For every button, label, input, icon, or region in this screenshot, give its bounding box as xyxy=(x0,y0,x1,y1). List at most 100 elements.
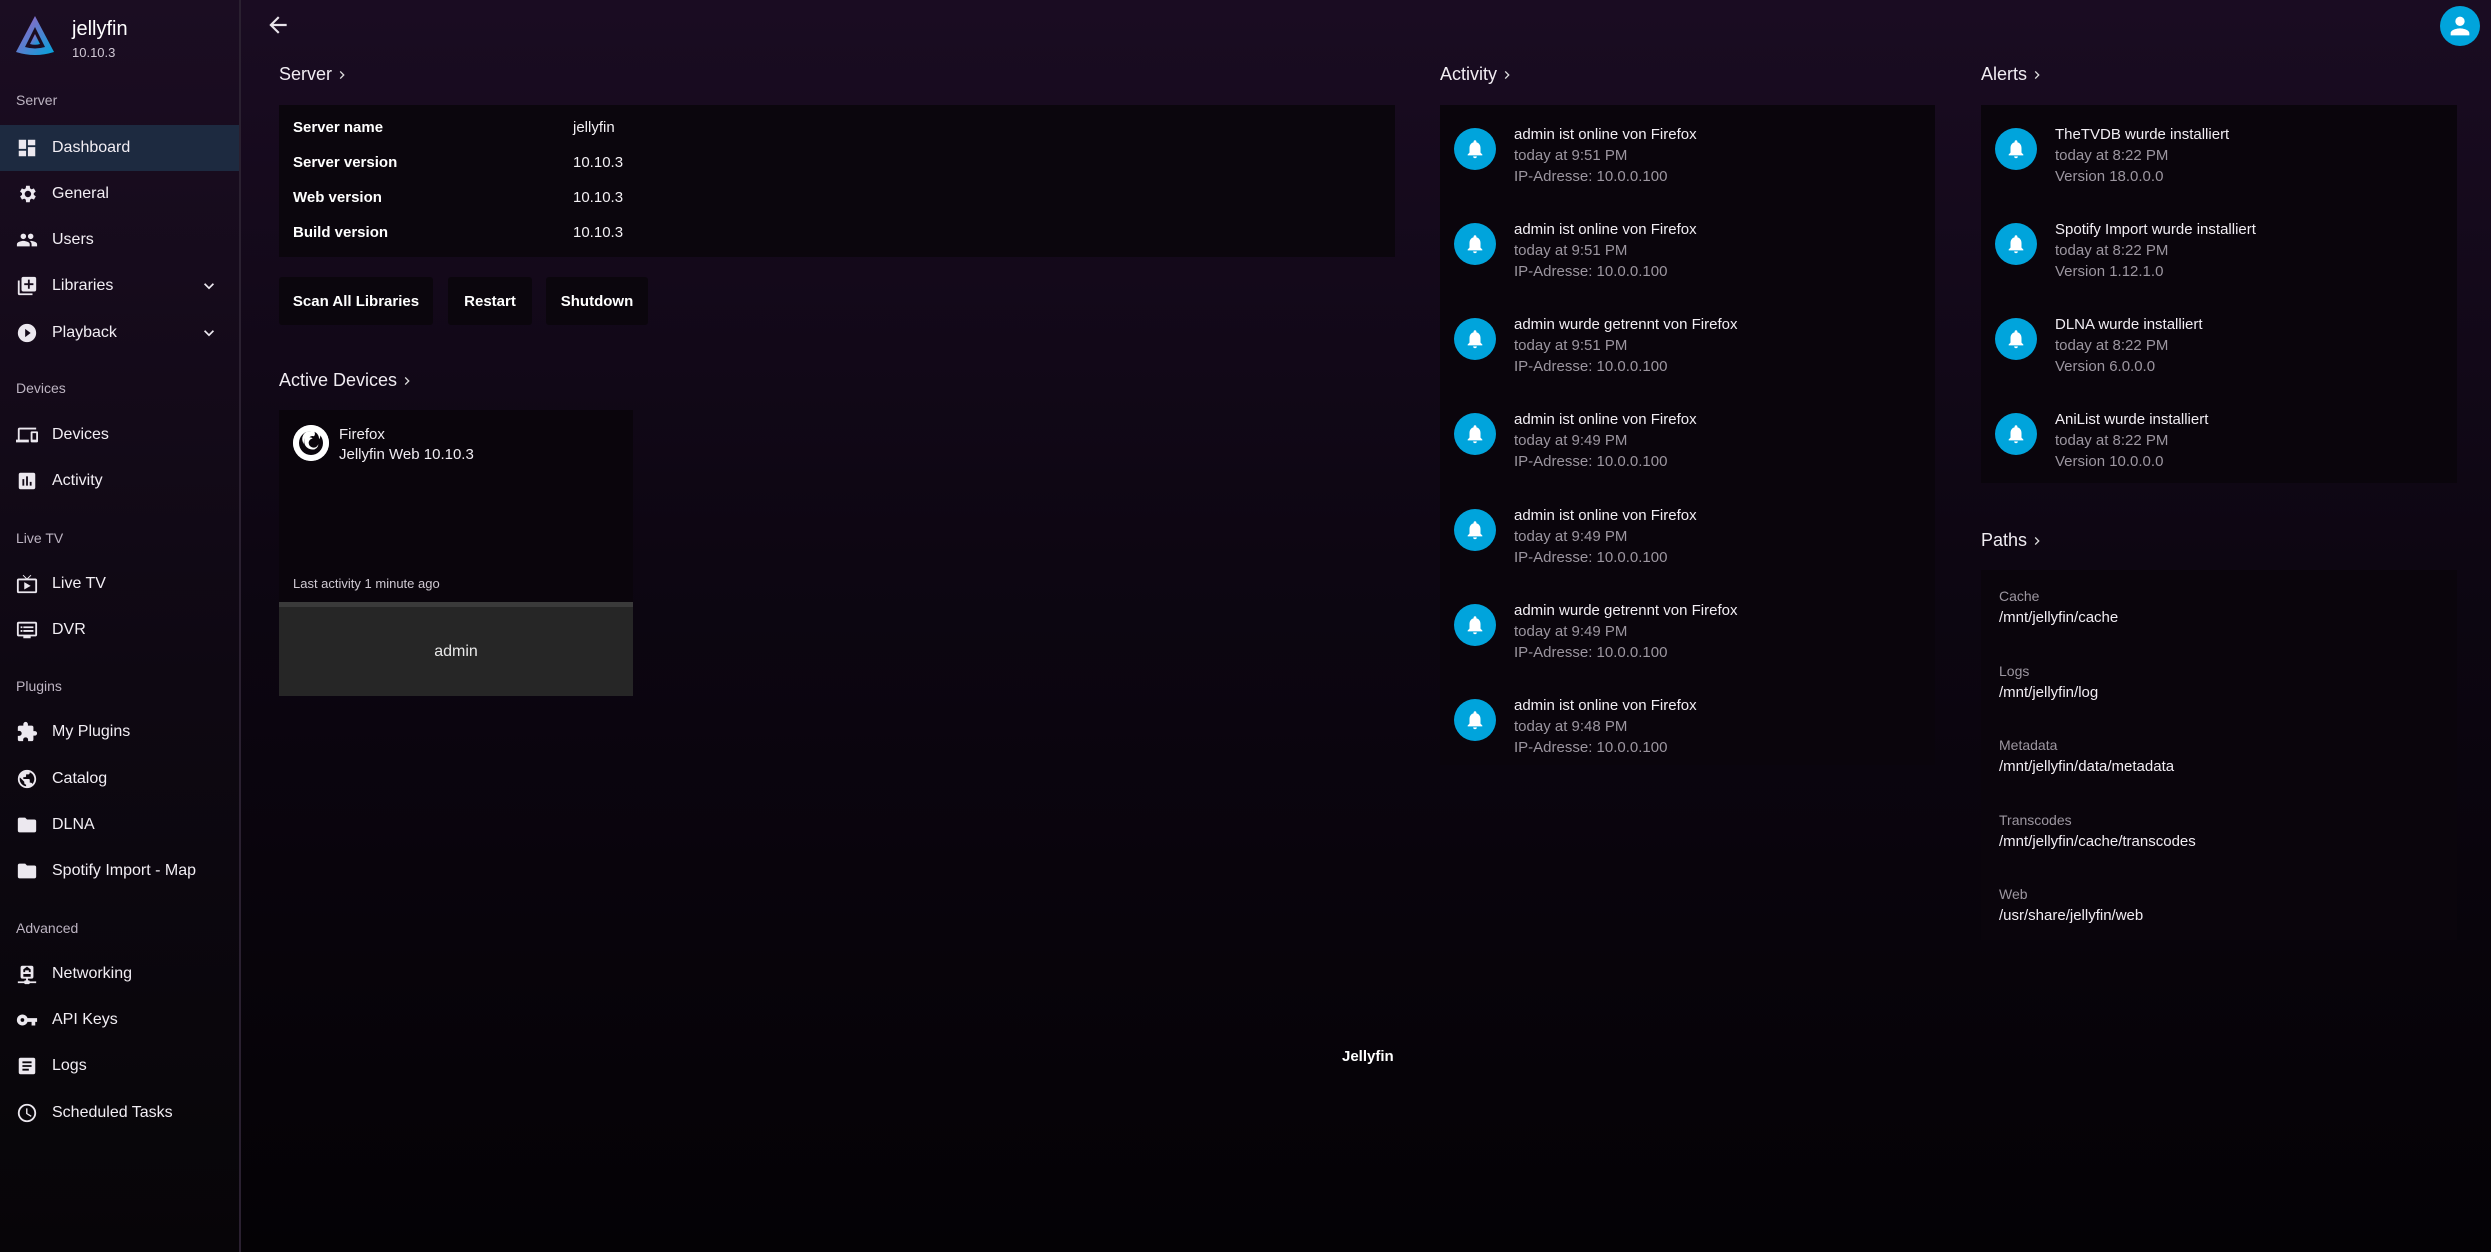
activity-title: Activity xyxy=(1440,64,1498,84)
sidebar-item-dlna[interactable]: DLNA xyxy=(0,802,239,848)
sidebar-item-networking[interactable]: Networking xyxy=(0,951,239,997)
sidebar-section-advanced: Advanced xyxy=(16,920,79,936)
path-value[interactable]: /usr/share/jellyfin/web xyxy=(1999,907,2143,924)
activity-item[interactable]: admin ist online von Firefox today at 9:… xyxy=(1454,114,1914,194)
sidebar-item-devices[interactable]: Devices xyxy=(0,412,239,458)
device-name: Firefox xyxy=(339,426,385,443)
sidebar-item-libraries[interactable]: Libraries xyxy=(0,263,239,309)
clock-icon xyxy=(16,1102,38,1124)
sidebar-item-activity[interactable]: Activity xyxy=(0,458,239,504)
alert-item[interactable]: Spotify Import wurde installiert today a… xyxy=(1995,209,2455,289)
chevron-right-icon xyxy=(399,373,415,389)
gear-icon xyxy=(16,183,38,205)
activity-section-link[interactable]: Activity xyxy=(1440,64,1515,85)
chevron-down-icon[interactable] xyxy=(199,276,219,296)
alert-item-time: today at 8:22 PM xyxy=(2055,242,2169,259)
path-item: Logs /mnt/jellyfin/log xyxy=(1999,663,2098,701)
sidebar-item-logs[interactable]: Logs xyxy=(0,1043,239,1089)
sidebar-item-dashboard[interactable]: Dashboard xyxy=(0,125,239,171)
device-app: Jellyfin Web 10.10.3 xyxy=(339,446,474,463)
active-devices-section-link[interactable]: Active Devices xyxy=(279,370,415,391)
scan-all-libraries-button[interactable]: Scan All Libraries xyxy=(279,277,433,325)
sidebar-item-label: Catalog xyxy=(52,770,108,787)
activity-item[interactable]: admin ist online von Firefox today at 9:… xyxy=(1454,209,1914,289)
sidebar-item-scheduled-tasks[interactable]: Scheduled Tasks xyxy=(0,1090,239,1136)
server-name-label: Server name xyxy=(293,119,384,136)
sidebar-item-label: Devices xyxy=(52,426,109,443)
path-label: Logs xyxy=(1999,663,2030,679)
activity-item-title: admin wurde getrennt von Firefox xyxy=(1514,316,1738,333)
activity-item-detail: IP-Adresse: 10.0.0.100 xyxy=(1514,739,1668,756)
activity-item-title: admin ist online von Firefox xyxy=(1514,126,1697,143)
alert-item-title: Spotify Import wurde installiert xyxy=(2055,221,2256,238)
user-avatar-button[interactable] xyxy=(2440,6,2480,46)
restart-button[interactable]: Restart xyxy=(448,277,532,325)
device-last-activity: Last activity 1 minute ago xyxy=(293,576,440,591)
activity-item-title: admin ist online von Firefox xyxy=(1514,697,1697,714)
shutdown-button[interactable]: Shutdown xyxy=(546,277,648,325)
sidebar-item-live-tv[interactable]: Live TV xyxy=(0,561,239,607)
brand[interactable]: jellyfin 10.10.3 xyxy=(14,14,128,64)
activity-panel: admin ist online von Firefox today at 9:… xyxy=(1440,105,1935,765)
alert-item-detail: Version 1.12.1.0 xyxy=(2055,263,2164,280)
sidebar-item-label: Activity xyxy=(52,472,103,489)
alert-item-time: today at 8:22 PM xyxy=(2055,432,2169,449)
chevron-right-icon xyxy=(2029,67,2045,83)
activity-item[interactable]: admin wurde getrennt von Firefox today a… xyxy=(1454,590,1914,670)
activity-item-title: admin wurde getrennt von Firefox xyxy=(1514,602,1738,619)
activity-item-detail: IP-Adresse: 10.0.0.100 xyxy=(1514,168,1668,185)
paths-section-link[interactable]: Paths xyxy=(1981,530,2045,551)
devices-icon xyxy=(16,424,38,446)
activity-item[interactable]: admin ist online von Firefox today at 9:… xyxy=(1454,685,1914,765)
activity-item-detail: IP-Adresse: 10.0.0.100 xyxy=(1514,358,1668,375)
person-icon xyxy=(2450,16,2470,36)
alert-item-title: TheTVDB wurde installiert xyxy=(2055,126,2230,143)
sidebar-item-label: My Plugins xyxy=(52,723,131,740)
sidebar-item-label: Spotify Import - Map xyxy=(52,862,197,879)
alert-item[interactable]: AniList wurde installiert today at 8:22 … xyxy=(1995,399,2455,479)
sidebar-item-label: Users xyxy=(52,231,94,248)
sidebar-item-general[interactable]: General xyxy=(0,171,239,217)
alerts-section-link[interactable]: Alerts xyxy=(1981,64,2045,85)
activity-item[interactable]: admin ist online von Firefox today at 9:… xyxy=(1454,495,1914,575)
server-version-value: 10.10.3 xyxy=(573,154,624,171)
activity-item-title: admin ist online von Firefox xyxy=(1514,411,1697,428)
folder-icon xyxy=(16,860,38,882)
sidebar-item-catalog[interactable]: Catalog xyxy=(0,756,239,802)
activity-item-detail: IP-Adresse: 10.0.0.100 xyxy=(1514,644,1668,661)
path-value[interactable]: /mnt/jellyfin/cache xyxy=(1999,609,2118,626)
bell-icon xyxy=(1454,699,1496,741)
dvr-icon xyxy=(16,619,38,641)
device-card[interactable]: Firefox Jellyfin Web 10.10.3 Last activi… xyxy=(279,410,633,696)
sidebar-item-label: General xyxy=(52,185,109,202)
path-label: Web xyxy=(1999,886,2028,902)
sidebar-item-label: Live TV xyxy=(52,575,106,592)
sidebar-section-server: Server xyxy=(16,92,58,108)
library-add-icon xyxy=(16,275,38,297)
sidebar-item-users[interactable]: Users xyxy=(0,217,239,263)
bell-icon xyxy=(1454,223,1496,265)
alert-item[interactable]: TheTVDB wurde installiert today at 8:22 … xyxy=(1995,114,2455,194)
sidebar-item-dvr[interactable]: DVR xyxy=(0,607,239,653)
sidebar-item-my-plugins[interactable]: My Plugins xyxy=(0,709,239,755)
path-value[interactable]: /mnt/jellyfin/data/metadata xyxy=(1999,758,2174,775)
activity-item[interactable]: admin ist online von Firefox today at 9:… xyxy=(1454,399,1914,479)
assessment-icon xyxy=(16,470,38,492)
bell-icon xyxy=(1995,128,2037,170)
server-version-label: Server version xyxy=(293,154,398,171)
jellyfin-logo-icon xyxy=(16,16,54,55)
path-value[interactable]: /mnt/jellyfin/log xyxy=(1999,684,2098,701)
bell-icon xyxy=(1995,413,2037,455)
alert-item-title: AniList wurde installiert xyxy=(2055,411,2209,428)
activity-item[interactable]: admin wurde getrennt von Firefox today a… xyxy=(1454,304,1914,384)
alert-item[interactable]: DLNA wurde installiert today at 8:22 PM … xyxy=(1995,304,2455,384)
path-value[interactable]: /mnt/jellyfin/cache/transcodes xyxy=(1999,833,2196,850)
chevron-right-icon xyxy=(1499,67,1515,83)
sidebar-item-api-keys[interactable]: API Keys xyxy=(0,997,239,1043)
server-section-link[interactable]: Server xyxy=(279,64,350,85)
sidebar-item-spotify-import[interactable]: Spotify Import - Map xyxy=(0,848,239,894)
chevron-down-icon[interactable] xyxy=(199,323,219,343)
back-button[interactable] xyxy=(265,12,291,38)
active-devices-title: Active Devices xyxy=(279,370,398,390)
sidebar-item-playback[interactable]: Playback xyxy=(0,310,239,356)
